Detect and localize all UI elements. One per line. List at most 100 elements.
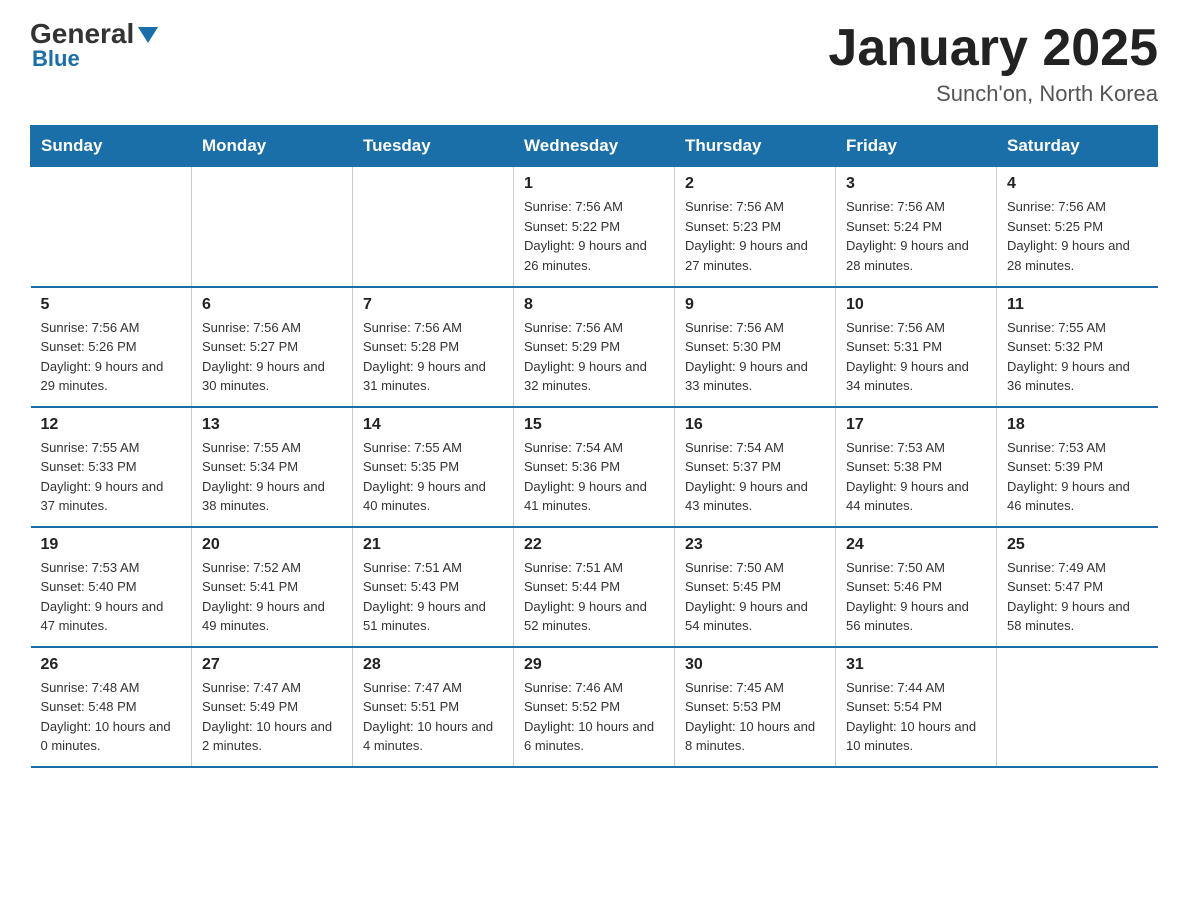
day-number: 20 — [202, 536, 342, 554]
day-number: 21 — [363, 536, 503, 554]
calendar-cell: 29Sunrise: 7:46 AMSunset: 5:52 PMDayligh… — [514, 647, 675, 767]
calendar-cell: 5 Sunrise: 7:56 AMSunset: 5:26 PMDaylight… — [31, 287, 192, 407]
day-number: 5 — [41, 296, 182, 314]
calendar-cell: 12Sunrise: 7:55 AMSunset: 5:33 PMDayligh… — [31, 407, 192, 527]
calendar-cell: 8 Sunrise: 7:56 AMSunset: 5:29 PMDaylight… — [514, 287, 675, 407]
day-info: Sunrise: 7:47 AMSunset: 5:49 PMDaylight:… — [202, 678, 342, 756]
logo-triangle-icon — [138, 27, 158, 43]
day-number: 14 — [363, 416, 503, 434]
calendar-cell: 9 Sunrise: 7:56 AMSunset: 5:30 PMDaylight… — [675, 287, 836, 407]
day-number: 26 — [41, 656, 182, 674]
title-section: January 2025 Sunch'on, North Korea — [828, 20, 1158, 107]
calendar-cell: 24Sunrise: 7:50 AMSunset: 5:46 PMDayligh… — [836, 527, 997, 647]
day-info: Sunrise: 7:56 AMSunset: 5:22 PMDaylight:… — [524, 197, 664, 275]
day-number: 4 — [1007, 175, 1148, 193]
day-info: Sunrise: 7:50 AMSunset: 5:45 PMDaylight:… — [685, 558, 825, 636]
day-number: 6 — [202, 296, 342, 314]
header-day-wednesday: Wednesday — [514, 126, 675, 167]
logo-general-text: General — [30, 20, 134, 48]
header-day-monday: Monday — [192, 126, 353, 167]
calendar-cell: 6 Sunrise: 7:56 AMSunset: 5:27 PMDaylight… — [192, 287, 353, 407]
day-number: 11 — [1007, 296, 1148, 314]
calendar-body: 1 Sunrise: 7:56 AMSunset: 5:22 PMDaylight… — [31, 167, 1158, 767]
day-number: 13 — [202, 416, 342, 434]
day-number: 22 — [524, 536, 664, 554]
day-number: 2 — [685, 175, 825, 193]
day-info: Sunrise: 7:53 AMSunset: 5:39 PMDaylight:… — [1007, 438, 1148, 516]
day-info: Sunrise: 7:56 AMSunset: 5:28 PMDaylight:… — [363, 318, 503, 396]
calendar-week-1: 1 Sunrise: 7:56 AMSunset: 5:22 PMDaylight… — [31, 167, 1158, 287]
calendar-cell: 2 Sunrise: 7:56 AMSunset: 5:23 PMDaylight… — [675, 167, 836, 287]
day-info: Sunrise: 7:51 AMSunset: 5:44 PMDaylight:… — [524, 558, 664, 636]
day-info: Sunrise: 7:55 AMSunset: 5:32 PMDaylight:… — [1007, 318, 1148, 396]
day-number: 9 — [685, 296, 825, 314]
logo: General Blue — [30, 20, 158, 72]
day-number: 30 — [685, 656, 825, 674]
calendar-cell: 16 Sunrise: 7:54 AMSunset: 5:37 PMDayligh… — [675, 407, 836, 527]
calendar-cell: 25Sunrise: 7:49 AMSunset: 5:47 PMDayligh… — [997, 527, 1158, 647]
header-day-tuesday: Tuesday — [353, 126, 514, 167]
calendar-cell: 30Sunrise: 7:45 AMSunset: 5:53 PMDayligh… — [675, 647, 836, 767]
day-number: 27 — [202, 656, 342, 674]
calendar-cell: 20Sunrise: 7:52 AMSunset: 5:41 PMDayligh… — [192, 527, 353, 647]
day-number: 16 — [685, 416, 825, 434]
day-number: 7 — [363, 296, 503, 314]
day-number: 8 — [524, 296, 664, 314]
day-info: Sunrise: 7:50 AMSunset: 5:46 PMDaylight:… — [846, 558, 986, 636]
header-day-saturday: Saturday — [997, 126, 1158, 167]
day-info: Sunrise: 7:54 AMSunset: 5:36 PMDaylight:… — [524, 438, 664, 516]
day-number: 28 — [363, 656, 503, 674]
calendar-cell — [353, 167, 514, 287]
calendar-cell: 10Sunrise: 7:56 AMSunset: 5:31 PMDayligh… — [836, 287, 997, 407]
day-info: Sunrise: 7:56 AMSunset: 5:27 PMDaylight:… — [202, 318, 342, 396]
calendar-cell — [997, 647, 1158, 767]
calendar-cell: 26 Sunrise: 7:48 AMSunset: 5:48 PMDayligh… — [31, 647, 192, 767]
calendar-cell: 17 Sunrise: 7:53 AMSunset: 5:38 PMDayligh… — [836, 407, 997, 527]
day-number: 3 — [846, 175, 986, 193]
calendar-cell: 3 Sunrise: 7:56 AMSunset: 5:24 PMDaylight… — [836, 167, 997, 287]
day-info: Sunrise: 7:56 AMSunset: 5:23 PMDaylight:… — [685, 197, 825, 275]
calendar-week-4: 19 Sunrise: 7:53 AMSunset: 5:40 PMDayligh… — [31, 527, 1158, 647]
day-info: Sunrise: 7:49 AMSunset: 5:47 PMDaylight:… — [1007, 558, 1148, 636]
location: Sunch'on, North Korea — [828, 81, 1158, 107]
calendar-cell — [192, 167, 353, 287]
calendar-cell: 22 Sunrise: 7:51 AMSunset: 5:44 PMDayligh… — [514, 527, 675, 647]
header-day-friday: Friday — [836, 126, 997, 167]
day-info: Sunrise: 7:53 AMSunset: 5:38 PMDaylight:… — [846, 438, 986, 516]
calendar-cell: 15 Sunrise: 7:54 AMSunset: 5:36 PMDayligh… — [514, 407, 675, 527]
day-info: Sunrise: 7:44 AMSunset: 5:54 PMDaylight:… — [846, 678, 986, 756]
day-number: 15 — [524, 416, 664, 434]
day-info: Sunrise: 7:56 AMSunset: 5:29 PMDaylight:… — [524, 318, 664, 396]
logo-general: General — [30, 20, 158, 48]
header-row: SundayMondayTuesdayWednesdayThursdayFrid… — [31, 126, 1158, 167]
calendar-cell: 18 Sunrise: 7:53 AMSunset: 5:39 PMDayligh… — [997, 407, 1158, 527]
calendar-header: SundayMondayTuesdayWednesdayThursdayFrid… — [31, 126, 1158, 167]
day-number: 23 — [685, 536, 825, 554]
calendar-cell — [31, 167, 192, 287]
day-number: 18 — [1007, 416, 1148, 434]
calendar-cell: 28 Sunrise: 7:47 AMSunset: 5:51 PMDayligh… — [353, 647, 514, 767]
calendar-week-5: 26 Sunrise: 7:48 AMSunset: 5:48 PMDayligh… — [31, 647, 1158, 767]
logo-blue-text: Blue — [32, 46, 80, 72]
day-info: Sunrise: 7:46 AMSunset: 5:52 PMDaylight:… — [524, 678, 664, 756]
day-info: Sunrise: 7:54 AMSunset: 5:37 PMDaylight:… — [685, 438, 825, 516]
day-number: 1 — [524, 175, 664, 193]
calendar-cell: 4 Sunrise: 7:56 AMSunset: 5:25 PMDaylight… — [997, 167, 1158, 287]
calendar-cell: 23 Sunrise: 7:50 AMSunset: 5:45 PMDayligh… — [675, 527, 836, 647]
page-header: General Blue January 2025 Sunch'on, Nort… — [30, 20, 1158, 107]
header-day-thursday: Thursday — [675, 126, 836, 167]
day-info: Sunrise: 7:56 AMSunset: 5:24 PMDaylight:… — [846, 197, 986, 275]
day-info: Sunrise: 7:47 AMSunset: 5:51 PMDaylight:… — [363, 678, 503, 756]
day-info: Sunrise: 7:56 AMSunset: 5:25 PMDaylight:… — [1007, 197, 1148, 275]
calendar-cell: 14Sunrise: 7:55 AMSunset: 5:35 PMDayligh… — [353, 407, 514, 527]
day-info: Sunrise: 7:56 AMSunset: 5:30 PMDaylight:… — [685, 318, 825, 396]
day-number: 10 — [846, 296, 986, 314]
day-number: 17 — [846, 416, 986, 434]
calendar-cell: 11 Sunrise: 7:55 AMSunset: 5:32 PMDayligh… — [997, 287, 1158, 407]
day-number: 19 — [41, 536, 182, 554]
day-info: Sunrise: 7:53 AMSunset: 5:40 PMDaylight:… — [41, 558, 182, 636]
day-number: 31 — [846, 656, 986, 674]
day-info: Sunrise: 7:56 AMSunset: 5:26 PMDaylight:… — [41, 318, 182, 396]
day-info: Sunrise: 7:48 AMSunset: 5:48 PMDaylight:… — [41, 678, 182, 756]
day-info: Sunrise: 7:55 AMSunset: 5:33 PMDaylight:… — [41, 438, 182, 516]
